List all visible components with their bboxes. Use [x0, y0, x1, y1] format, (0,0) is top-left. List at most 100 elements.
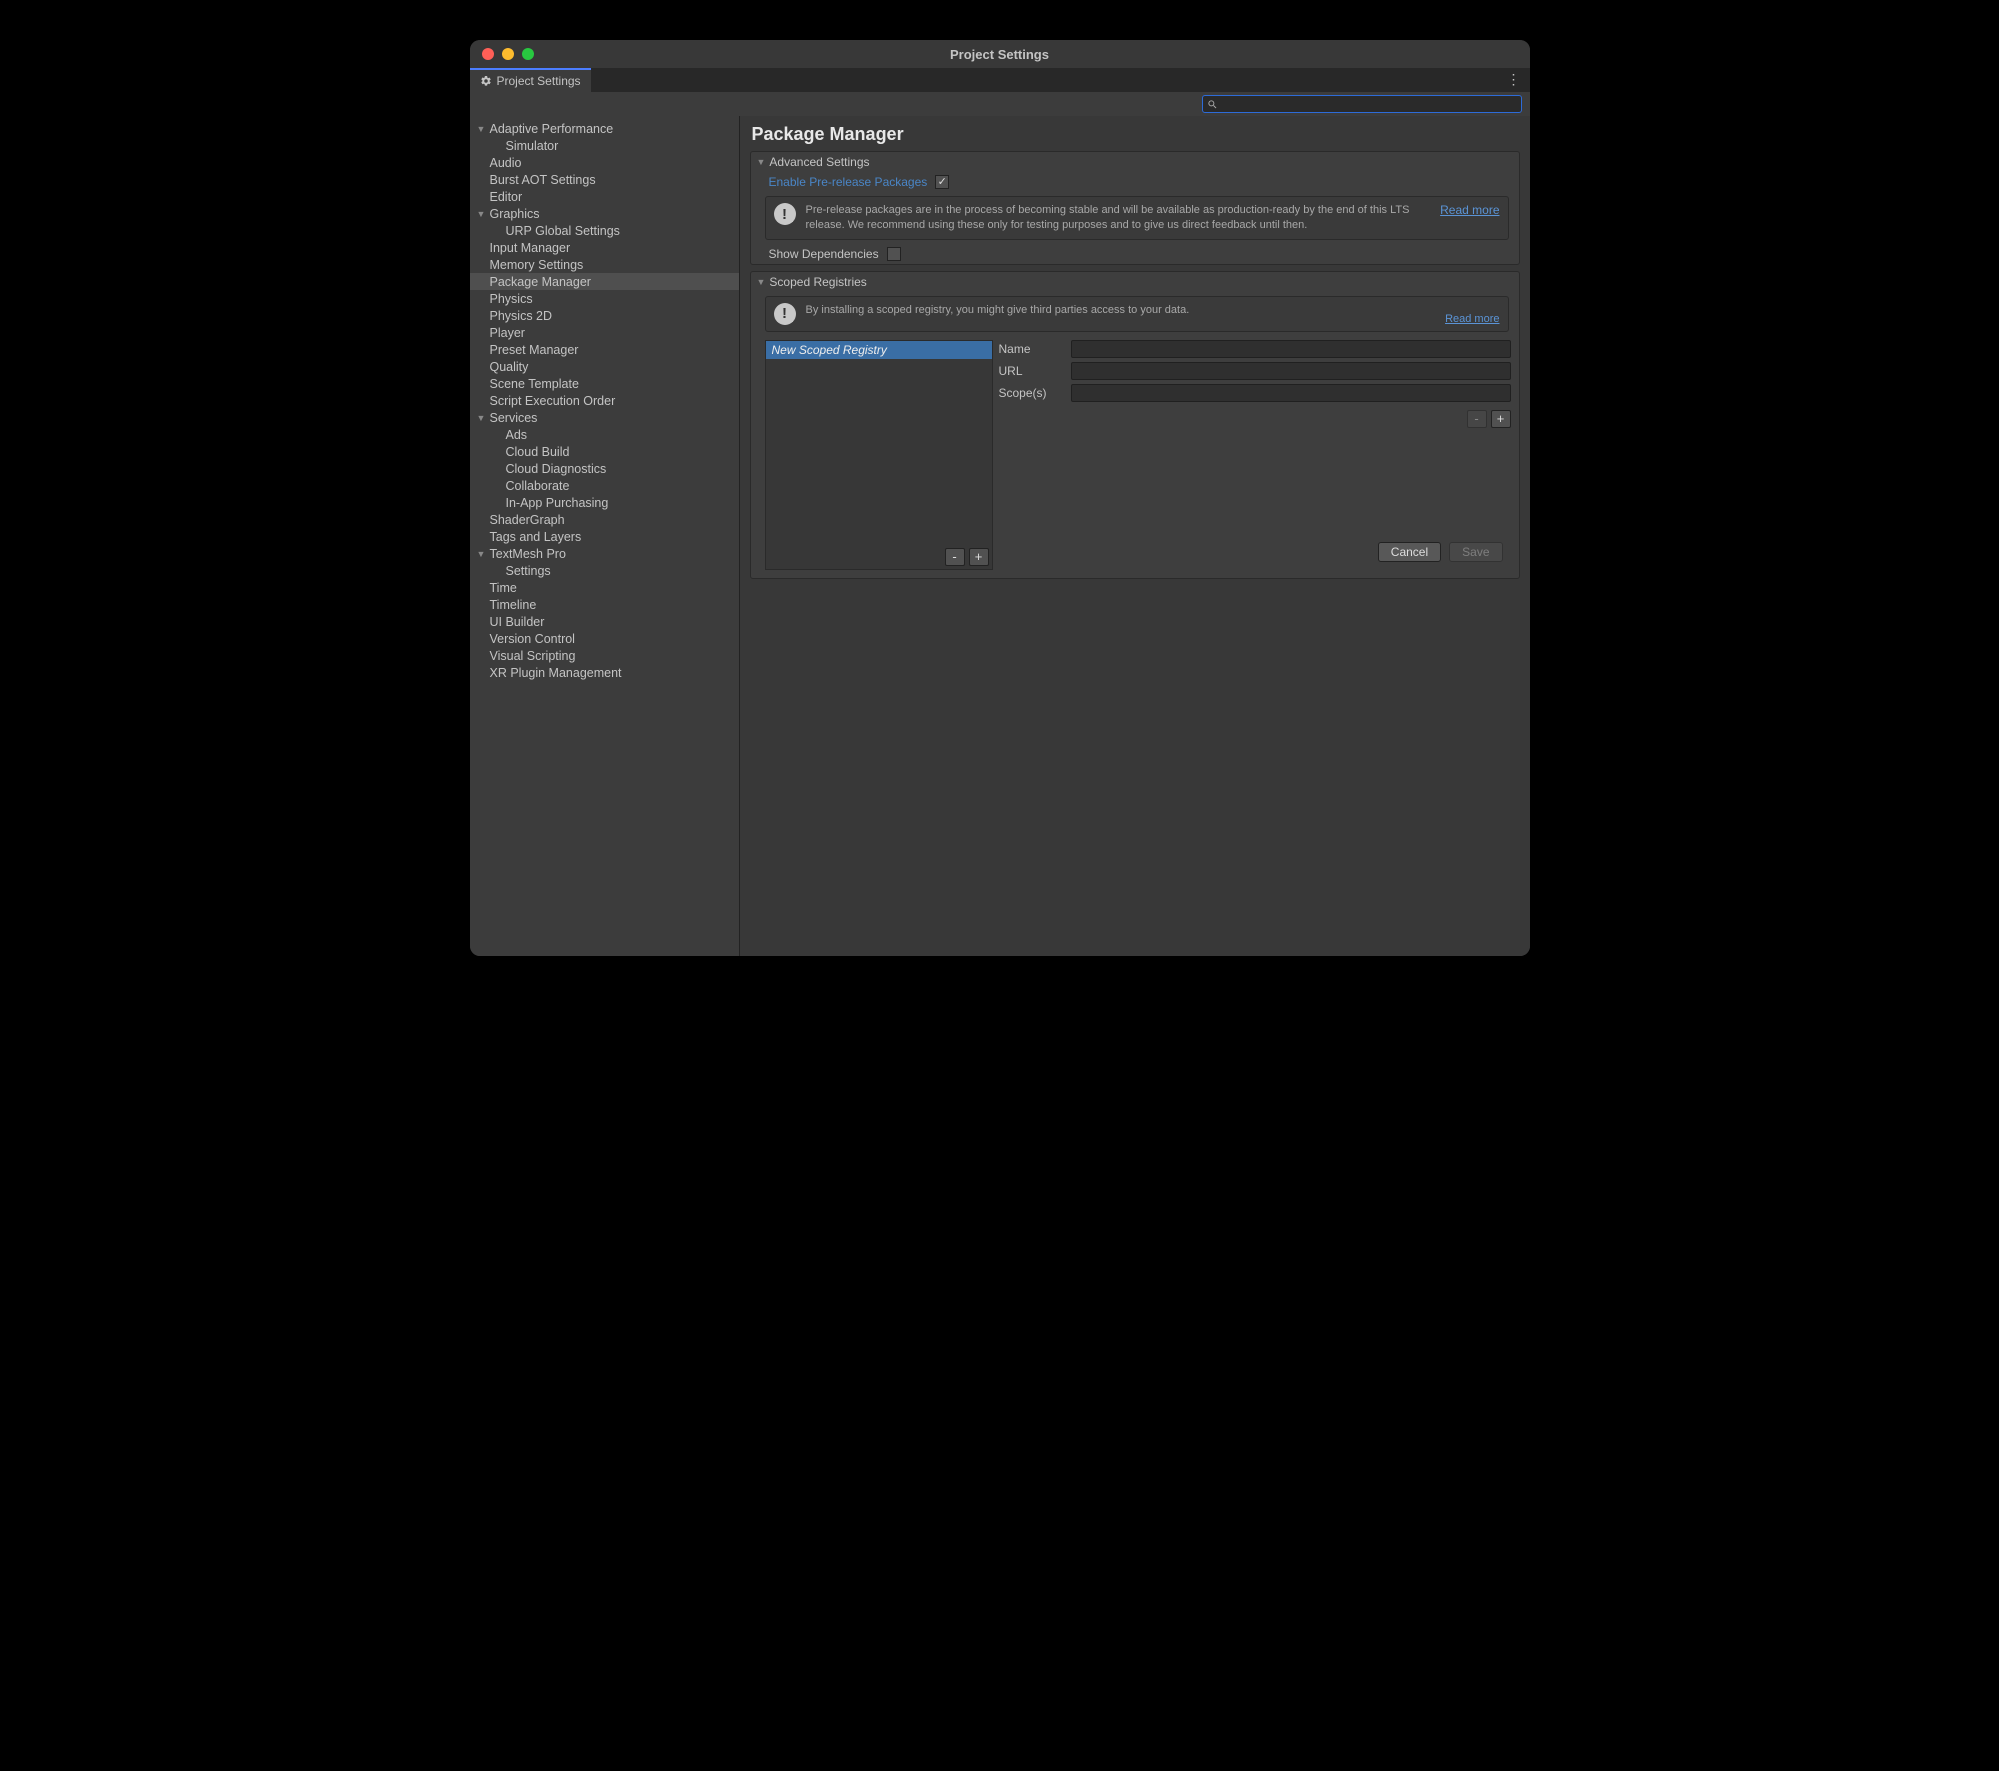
sidebar-item-tags-and-layers[interactable]: Tags and Layers	[470, 528, 739, 545]
sidebar-item-adaptive-performance[interactable]: ▼ Adaptive Performance	[470, 120, 739, 137]
sidebar-item-urp-global-settings[interactable]: URP Global Settings	[470, 222, 739, 239]
sidebar-item-label: Player	[490, 326, 525, 340]
sidebar-item-label: Timeline	[490, 598, 537, 612]
sidebar-item-player[interactable]: Player	[470, 324, 739, 341]
chevron-down-icon: ▼	[477, 413, 486, 423]
sidebar-item-package-manager[interactable]: Package Manager	[470, 273, 739, 290]
main-content: Package Manager ▼ Advanced Settings Enab…	[740, 116, 1530, 956]
sidebar-item-audio[interactable]: Audio	[470, 154, 739, 171]
chevron-down-icon: ▼	[477, 124, 486, 134]
maximize-window-button[interactable]	[522, 48, 534, 60]
tab-bar: Project Settings ⋮	[470, 68, 1530, 92]
sidebar-item-graphics[interactable]: ▼ Graphics	[470, 205, 739, 222]
sidebar-item-services[interactable]: ▼Services	[470, 409, 739, 426]
chevron-down-icon: ▼	[477, 549, 486, 559]
sidebar-item-label: TextMesh Pro	[490, 547, 566, 561]
settings-sidebar: ▼ Adaptive Performance SimulatorAudio Burst…	[470, 116, 740, 956]
sidebar-item-xr-plugin-management[interactable]: XR Plugin Management	[470, 664, 739, 681]
sidebar-item-label: Cloud Build	[506, 445, 570, 459]
remove-scope-button[interactable]: -	[1467, 410, 1487, 428]
sidebar-item-version-control[interactable]: Version Control	[470, 630, 739, 647]
show-dependencies-checkbox[interactable]	[887, 247, 901, 261]
minimize-window-button[interactable]	[502, 48, 514, 60]
search-field[interactable]	[1202, 95, 1522, 113]
sidebar-item-physics[interactable]: Physics	[470, 290, 739, 307]
close-window-button[interactable]	[482, 48, 494, 60]
sidebar-item-textmesh-pro[interactable]: ▼ TextMesh Pro	[470, 545, 739, 562]
sidebar-item-burst-aot-settings[interactable]: Burst AOT Settings	[470, 171, 739, 188]
scoped-registries-header[interactable]: ▼ Scoped Registries	[751, 272, 1519, 292]
kebab-menu-icon[interactable]: ⋮	[1507, 71, 1522, 88]
read-more-link[interactable]: Read more	[1440, 203, 1499, 217]
sidebar-item-label: ShaderGraph	[490, 513, 565, 527]
sidebar-item-timeline[interactable]: Timeline	[470, 596, 739, 613]
sidebar-item-quality[interactable]: Quality	[470, 358, 739, 375]
sidebar-item-time[interactable]: Time	[470, 579, 739, 596]
prerelease-info-box: ! Pre-release packages are in the proces…	[765, 196, 1509, 240]
scoped-info-text: By installing a scoped registry, you mig…	[806, 303, 1436, 318]
sidebar-item-simulator[interactable]: Simulator	[470, 137, 739, 154]
add-scope-button[interactable]: +	[1491, 410, 1511, 428]
sidebar-item-settings[interactable]: Settings	[470, 562, 739, 579]
sidebar-item-ads[interactable]: Ads	[470, 426, 739, 443]
sidebar-item-label: Version Control	[490, 632, 575, 646]
sidebar-item-label: Visual Scripting	[490, 649, 576, 663]
save-button[interactable]: Save	[1449, 542, 1502, 562]
sidebar-item-collaborate[interactable]: Collaborate	[470, 477, 739, 494]
sidebar-item-label: Physics	[490, 292, 533, 306]
registry-url-input[interactable]	[1071, 362, 1511, 380]
scoped-registries-panel: ▼ Scoped Registries ! By installing a sc…	[750, 271, 1520, 579]
sidebar-item-preset-manager[interactable]: Preset Manager	[470, 341, 739, 358]
sidebar-item-label: Scene Template	[490, 377, 579, 391]
enable-prerelease-checkbox[interactable]	[935, 175, 949, 189]
window-title: Project Settings	[950, 47, 1049, 62]
sidebar-item-label: Graphics	[490, 207, 540, 221]
sidebar-item-label: Ads	[506, 428, 528, 442]
search-input[interactable]	[1222, 98, 1517, 110]
registry-list-item[interactable]: New Scoped Registry	[766, 341, 992, 359]
registry-list: New Scoped Registry - +	[765, 340, 993, 570]
sidebar-item-label: Cloud Diagnostics	[506, 462, 607, 476]
sidebar-item-cloud-build[interactable]: Cloud Build	[470, 443, 739, 460]
registry-url-label: URL	[999, 364, 1071, 378]
registry-name-label: Name	[999, 342, 1071, 356]
sidebar-item-in-app-purchasing[interactable]: In-App Purchasing	[470, 494, 739, 511]
chevron-down-icon: ▼	[757, 157, 766, 167]
sidebar-item-label: Package Manager	[490, 275, 591, 289]
sidebar-item-label: XR Plugin Management	[490, 666, 622, 680]
sidebar-item-scene-template[interactable]: Scene Template	[470, 375, 739, 392]
sidebar-item-editor[interactable]: Editor	[470, 188, 739, 205]
page-title: Package Manager	[750, 122, 1520, 151]
remove-registry-button[interactable]: -	[945, 548, 965, 566]
sidebar-item-script-execution-order[interactable]: Script Execution Order	[470, 392, 739, 409]
sidebar-item-label: Script Execution Order	[490, 394, 616, 408]
sidebar-item-shadergraph[interactable]: ShaderGraph	[470, 511, 739, 528]
sidebar-item-label: UI Builder	[490, 615, 545, 629]
sidebar-item-label: In-App Purchasing	[506, 496, 609, 510]
titlebar: Project Settings	[470, 40, 1530, 68]
sidebar-item-input-manager[interactable]: Input Manager	[470, 239, 739, 256]
cancel-button[interactable]: Cancel	[1378, 542, 1441, 562]
sidebar-item-ui-builder[interactable]: UI Builder	[470, 613, 739, 630]
tab-project-settings[interactable]: Project Settings	[470, 68, 591, 92]
sidebar-item-label: Physics 2D	[490, 309, 553, 323]
info-icon: !	[774, 303, 796, 325]
sidebar-item-label: Simulator	[506, 139, 559, 153]
registry-name-input[interactable]	[1071, 340, 1511, 358]
sidebar-item-label: Adaptive Performance	[490, 122, 614, 136]
sidebar-item-cloud-diagnostics[interactable]: Cloud Diagnostics	[470, 460, 739, 477]
sidebar-item-label: Time	[490, 581, 517, 595]
sidebar-item-physics-2d[interactable]: Physics 2D	[470, 307, 739, 324]
show-dependencies-label: Show Dependencies	[769, 247, 879, 261]
sidebar-item-visual-scripting[interactable]: Visual Scripting	[470, 647, 739, 664]
read-more-link[interactable]: Read more	[1445, 313, 1499, 325]
add-registry-button[interactable]: +	[969, 548, 989, 566]
registry-scope-input[interactable]	[1071, 384, 1511, 402]
advanced-settings-header[interactable]: ▼ Advanced Settings	[751, 152, 1519, 172]
sidebar-item-label: Preset Manager	[490, 343, 579, 357]
info-icon: !	[774, 203, 796, 225]
sidebar-item-label: Burst AOT Settings	[490, 173, 596, 187]
sidebar-item-memory-settings[interactable]: Memory Settings	[470, 256, 739, 273]
chevron-down-icon: ▼	[477, 209, 486, 219]
chevron-down-icon: ▼	[757, 277, 766, 287]
